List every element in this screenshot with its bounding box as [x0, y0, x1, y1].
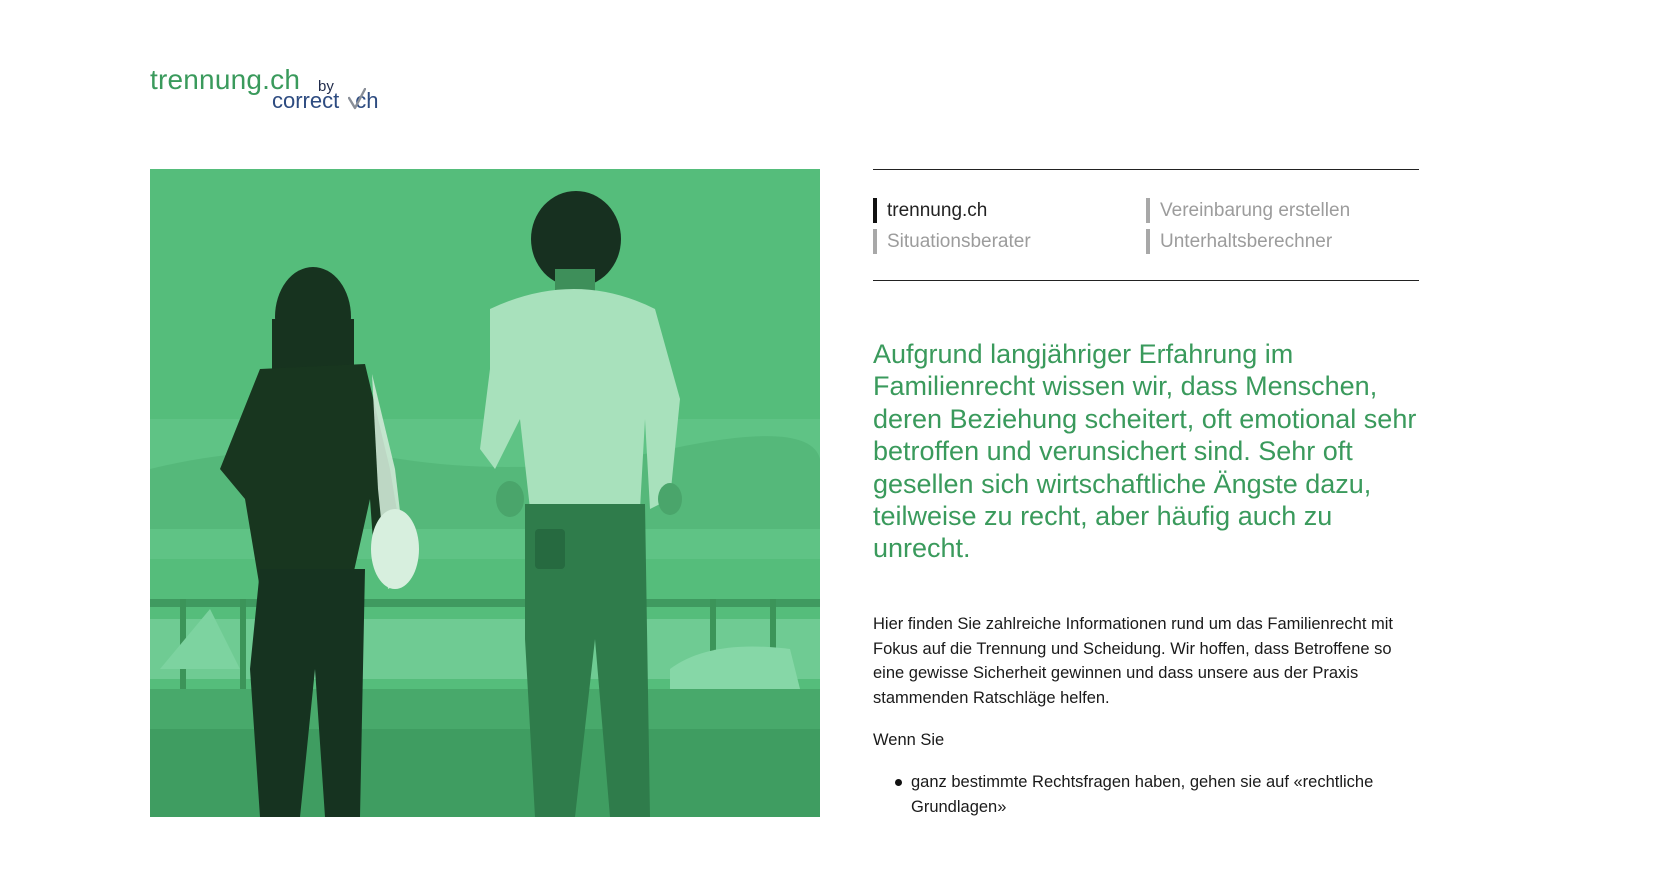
nav-item-situationsberater[interactable]: Situationsberater — [873, 229, 1031, 254]
logo-sub-left: correct — [272, 88, 340, 113]
intro-paragraph: Hier finden Sie zahlreiche Informationen… — [873, 615, 1393, 707]
hero-image — [150, 169, 820, 817]
nav-item-unterhaltsberechner[interactable]: Unterhaltsberechner — [1146, 229, 1332, 254]
hero-illustration — [150, 169, 820, 817]
nav-item-vereinbarung-erstellen[interactable]: Vereinbarung erstellen — [1146, 198, 1350, 223]
main-navigation: trennung.ch Vereinbarung erstellen Situa… — [873, 169, 1419, 281]
info-bullet-list: ganz bestimmte Rechtsfragen haben, gehen… — [873, 770, 1423, 819]
intro-lead-text: Aufgrund langjähriger Erfahrung im Famil… — [873, 339, 1417, 564]
checkmark-icon — [348, 88, 366, 110]
nav-item-trennung[interactable]: trennung.ch — [873, 198, 987, 223]
wenn-sie-text: Wenn Sie — [873, 731, 945, 749]
site-logo[interactable]: trennung.ch by correct ch — [150, 64, 410, 120]
list-item: ganz bestimmte Rechtsfragen haben, gehen… — [873, 770, 1423, 819]
